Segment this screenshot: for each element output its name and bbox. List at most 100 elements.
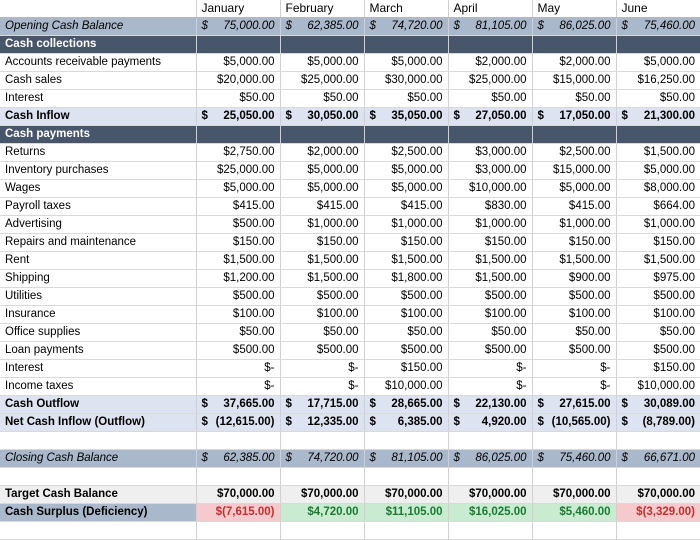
row-label[interactable]: Cash Surplus (Deficiency) [0,503,197,522]
data-cell[interactable]: $2,500.00 [364,143,449,162]
data-cell[interactable]: $5,460.00 [532,503,617,522]
data-cell[interactable]: $- [280,377,365,396]
data-cell[interactable]: $17,050.00 [532,107,617,126]
data-cell[interactable]: $28,665.00 [364,395,449,414]
data-cell[interactable] [280,35,365,54]
data-cell[interactable]: $5,000.00 [532,179,617,198]
data-cell[interactable]: $- [196,359,281,378]
column-header-february[interactable]: February [280,0,365,18]
data-cell[interactable]: $50.00 [196,323,281,342]
row-label[interactable]: Interest [0,359,197,378]
data-cell[interactable] [196,35,281,54]
row-label[interactable]: Income taxes [0,377,197,396]
data-cell[interactable]: $50.00 [532,323,617,342]
data-cell[interactable]: $1,800.00 [364,269,449,288]
data-cell[interactable]: $27,615.00 [532,395,617,414]
data-cell[interactable]: $25,000.00 [280,71,365,90]
data-cell[interactable]: $21,300.00 [616,107,700,126]
data-cell[interactable]: $86,025.00 [532,17,617,36]
row-label[interactable]: Cash payments [0,125,197,144]
data-cell[interactable]: $2,000.00 [448,53,533,72]
data-cell[interactable] [364,125,449,144]
data-cell[interactable] [616,125,700,144]
data-cell[interactable]: $1,500.00 [364,251,449,270]
data-cell[interactable]: $3,000.00 [448,161,533,180]
data-cell[interactable] [448,35,533,54]
data-cell[interactable] [280,125,365,144]
data-cell[interactable]: $25,050.00 [196,107,281,126]
row-label[interactable]: Cash collections [0,35,197,54]
data-cell[interactable]: $5,000.00 [196,53,281,72]
row-label[interactable]: Net Cash Inflow (Outflow) [0,413,197,432]
data-cell[interactable]: $10,000.00 [448,179,533,198]
data-cell[interactable]: $ (10,565.00) [532,413,617,432]
row-label[interactable]: Insurance [0,305,197,324]
data-cell[interactable]: $66,671.00 [616,449,700,468]
data-cell[interactable]: $150.00 [364,359,449,378]
data-cell[interactable]: $150.00 [196,233,281,252]
data-cell[interactable]: $150.00 [616,359,700,378]
data-cell[interactable]: $100.00 [196,305,281,324]
data-cell[interactable]: $1,000.00 [532,215,617,234]
data-cell[interactable]: $81,105.00 [448,17,533,36]
row-label[interactable]: Target Cash Balance [0,485,197,504]
data-cell[interactable]: $37,665.00 [196,395,281,414]
data-cell[interactable] [532,125,617,144]
data-cell[interactable]: $11,105.00 [364,503,449,522]
data-cell[interactable]: $664.00 [616,197,700,216]
data-cell[interactable]: $- [448,377,533,396]
data-cell[interactable]: $- [532,377,617,396]
data-cell[interactable] [448,125,533,144]
data-cell[interactable]: $2,750.00 [196,143,281,162]
data-cell[interactable]: $500.00 [532,287,617,306]
data-cell[interactable]: $1,000.00 [280,215,365,234]
data-cell[interactable]: $62,385.00 [196,449,281,468]
data-cell[interactable]: $30,050.00 [280,107,365,126]
data-cell[interactable]: $70,000.00 [364,485,449,504]
data-cell[interactable]: $975.00 [616,269,700,288]
row-label[interactable]: Rent [0,251,197,270]
data-cell[interactable]: $50.00 [616,323,700,342]
column-header-april[interactable]: April [448,0,533,18]
row-label[interactable]: Interest [0,89,197,108]
data-cell[interactable]: $1,500.00 [280,251,365,270]
data-cell[interactable]: $150.00 [616,233,700,252]
data-cell[interactable]: $830.00 [448,197,533,216]
row-label[interactable]: Office supplies [0,323,197,342]
data-cell[interactable]: $50.00 [532,89,617,108]
data-cell[interactable]: $30,000.00 [364,71,449,90]
data-cell[interactable]: $(3,329.00) [616,503,700,522]
data-cell[interactable]: $500.00 [448,341,533,360]
data-cell[interactable]: $100.00 [616,305,700,324]
data-cell[interactable]: $1,500.00 [280,269,365,288]
data-cell[interactable]: $- [532,359,617,378]
data-cell[interactable]: $22,130.00 [448,395,533,414]
data-cell[interactable]: $5,000.00 [616,53,700,72]
row-label[interactable]: Payroll taxes [0,197,197,216]
data-cell[interactable]: $- [280,359,365,378]
data-cell[interactable]: $500.00 [616,287,700,306]
data-cell[interactable]: $500.00 [196,215,281,234]
data-cell[interactable]: $150.00 [448,233,533,252]
data-cell[interactable]: $6,385.00 [364,413,449,432]
data-cell[interactable]: $74,720.00 [280,449,365,468]
data-cell[interactable]: $2,000.00 [280,143,365,162]
data-cell[interactable]: $50.00 [448,323,533,342]
data-cell[interactable]: $415.00 [196,197,281,216]
data-cell[interactable]: $1,500.00 [532,251,617,270]
data-cell[interactable] [616,35,700,54]
data-cell[interactable]: $100.00 [532,305,617,324]
row-label[interactable]: Wages [0,179,197,198]
data-cell[interactable]: $500.00 [616,341,700,360]
data-cell[interactable]: $50.00 [448,89,533,108]
row-label[interactable]: Loan payments [0,341,197,360]
data-cell[interactable]: $70,000.00 [616,485,700,504]
data-cell[interactable]: $50.00 [616,89,700,108]
data-cell[interactable]: $5,000.00 [280,53,365,72]
data-cell[interactable]: $75,460.00 [616,17,700,36]
data-cell[interactable]: $17,715.00 [280,395,365,414]
data-cell[interactable]: $1,000.00 [616,215,700,234]
row-label[interactable]: Cash Outflow [0,395,197,414]
data-cell[interactable]: $1,500.00 [616,251,700,270]
data-cell[interactable]: $70,000.00 [196,485,281,504]
